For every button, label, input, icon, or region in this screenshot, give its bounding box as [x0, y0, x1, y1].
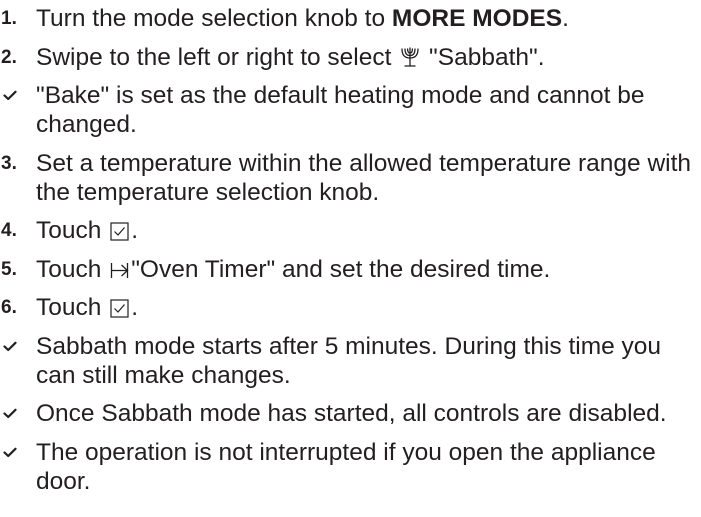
step-text-part: "Sabbath". [422, 43, 545, 71]
step-number: 2. [1, 46, 17, 68]
step-text: Turn the mode selection knob to MORE MOD… [36, 4, 701, 33]
step-3: 3. Set a temperature within the allowed … [0, 149, 701, 207]
step-number: 4. [1, 220, 17, 241]
step-text-part: Touch [36, 217, 109, 244]
step-number: 6. [1, 297, 17, 318]
checkmark-icon [0, 332, 36, 361]
step-text: Touch . [36, 293, 701, 322]
checkmark-icon [0, 438, 36, 467]
oven-timer-icon [110, 261, 129, 280]
checkmark-icon [0, 399, 36, 428]
step-number: 5. [1, 258, 17, 280]
result-3: Once Sabbath mode has started, all contr… [0, 399, 701, 428]
result-text: "Bake" is set as the default heating mod… [36, 82, 645, 138]
step-text: Swipe to the left or right to select "Sa… [36, 43, 701, 72]
result-2: Sabbath mode starts after 5 minutes. Dur… [0, 332, 701, 390]
step-text: Touch "Oven Timer" and set the desired t… [36, 255, 701, 284]
step-text-part: . [562, 5, 569, 32]
result-text: The operation is not interrupted if you … [36, 438, 656, 495]
step-number: 1. [1, 8, 17, 29]
step-number: 3. [1, 152, 17, 174]
confirm-checkbox-icon [110, 299, 129, 318]
menorah-icon [400, 46, 420, 68]
step-2: 2. Swipe to the left or right to select … [0, 43, 701, 72]
result-1: "Bake" is set as the default heating mod… [0, 81, 701, 139]
step-4: 4. Touch . [0, 216, 701, 245]
step-text-part: . [131, 217, 138, 244]
checkmark-icon [0, 81, 36, 110]
step-text-part: "Oven Timer" and set the desired time. [131, 255, 551, 283]
step-1: 1. Turn the mode selection knob to MORE … [0, 4, 701, 33]
step-text-part: . [131, 294, 138, 321]
instruction-list: 1. Turn the mode selection knob to MORE … [0, 0, 701, 496]
result-text: Once Sabbath mode has started, all contr… [36, 400, 667, 427]
step-text-part: Touch [36, 294, 109, 321]
step-text: Set a temperature within the allowed tem… [36, 149, 692, 206]
step-text-part: Touch [36, 255, 109, 283]
step-6: 6. Touch . [0, 293, 701, 322]
result-text: Sabbath mode starts after 5 minutes. Dur… [36, 332, 662, 389]
step-text: Touch . [36, 216, 701, 245]
confirm-checkbox-icon [110, 222, 129, 241]
mode-name: MORE MODES [391, 5, 563, 32]
step-text-part: Turn the mode selection knob to [36, 5, 392, 32]
step-5: 5. Touch "Oven Timer" and set the desire… [0, 255, 701, 284]
result-4: The operation is not interrupted if you … [0, 438, 701, 496]
step-text-part: Swipe to the left or right to select [36, 43, 399, 71]
